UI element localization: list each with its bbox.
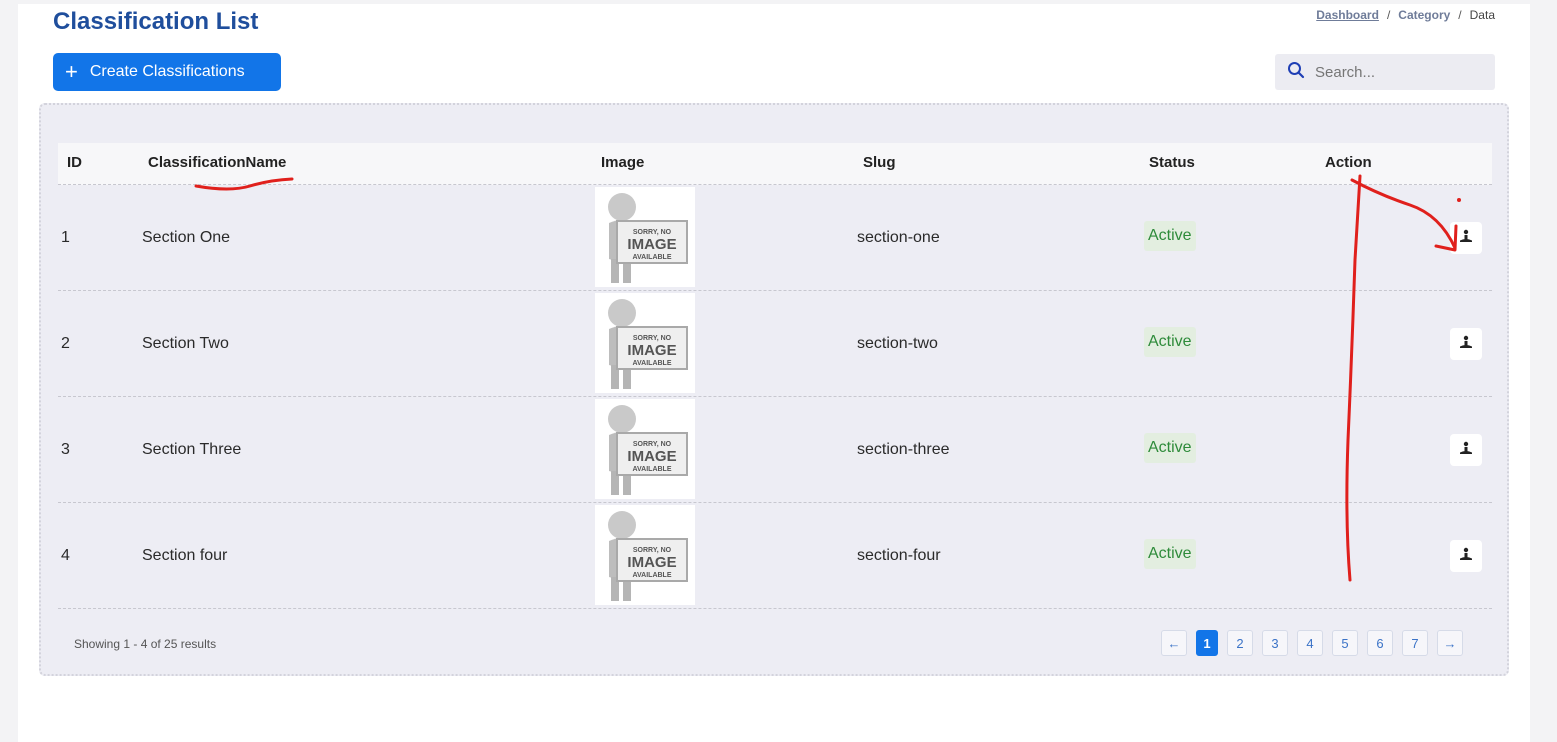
column-header-classification-name: ClassificationName — [148, 154, 287, 171]
placeholder-text-line3: AVAILABLE — [632, 360, 671, 367]
arrow-right-icon: → — [1443, 635, 1457, 651]
table-row: 2 Section Two SORRY, NO IMAGE AVAILABLE … — [58, 291, 1492, 397]
placeholder-text-line1: SORRY, NO — [633, 547, 672, 554]
breadcrumb-dashboard-link[interactable]: Dashboard — [1316, 8, 1379, 22]
row-classification-name: Section four — [142, 547, 228, 564]
search-input[interactable] — [1315, 63, 1475, 81]
placeholder-text-line3: AVAILABLE — [632, 254, 671, 261]
row-id: 2 — [61, 335, 70, 352]
user-icon — [1458, 546, 1474, 567]
status-badge: Active — [1144, 539, 1196, 569]
placeholder-text-line2: IMAGE — [627, 342, 676, 359]
column-header-image: Image — [601, 154, 645, 171]
status-badge: Active — [1144, 327, 1196, 357]
top-bar — [18, 0, 1530, 4]
table-header: ID ClassificationName Image Slug Status … — [58, 143, 1492, 185]
placeholder-text-line1: SORRY, NO — [633, 335, 672, 342]
table-row: 1 Section One SORRY, NO IMAGE AVAILABLE … — [58, 185, 1492, 291]
pagination: ← 1 2 3 4 5 6 7 → — [1161, 630, 1463, 656]
no-image-placeholder: SORRY, NO IMAGE AVAILABLE — [595, 505, 695, 605]
row-id: 3 — [61, 441, 70, 458]
column-header-slug: Slug — [863, 154, 896, 171]
row-classification-name: Section One — [142, 229, 231, 246]
view-action-button[interactable] — [1450, 540, 1482, 572]
view-action-button[interactable] — [1450, 222, 1482, 254]
table-row: 4 Section four SORRY, NO IMAGE AVAILABLE… — [58, 503, 1492, 609]
page-button-6[interactable]: 6 — [1367, 630, 1393, 656]
page-button-3[interactable]: 3 — [1262, 630, 1288, 656]
search-icon — [1287, 61, 1305, 83]
page-title: Classification List — [53, 8, 259, 35]
status-badge: Active — [1144, 221, 1196, 251]
no-image-placeholder: SORRY, NO IMAGE AVAILABLE — [595, 293, 695, 393]
page-button-1[interactable]: 1 — [1196, 630, 1218, 656]
row-id: 1 — [61, 229, 70, 246]
table-row: 3 Section Three SORRY, NO IMAGE AVAILABL… — [58, 397, 1492, 503]
search-box — [1275, 54, 1495, 90]
results-summary: Showing 1 - 4 of 25 results — [74, 637, 217, 651]
create-classifications-button[interactable]: + Create Classifications — [53, 53, 281, 91]
plus-icon: + — [65, 59, 78, 84]
breadcrumb: Dashboard / Category / Data — [1316, 8, 1495, 22]
row-slug: section-four — [857, 547, 941, 564]
user-icon — [1458, 228, 1474, 249]
breadcrumb-current: Data — [1469, 8, 1495, 22]
no-image-placeholder: SORRY, NO IMAGE AVAILABLE — [595, 399, 695, 499]
row-id: 4 — [61, 547, 70, 564]
user-icon — [1458, 440, 1474, 461]
create-classifications-label: Create Classifications — [89, 63, 245, 80]
breadcrumb-category-link[interactable]: Category — [1398, 8, 1450, 22]
page-button-5[interactable]: 5 — [1332, 630, 1358, 656]
page-button-4[interactable]: 4 — [1297, 630, 1323, 656]
page-button-2[interactable]: 2 — [1227, 630, 1253, 656]
page-container: Classification List Dashboard / Category… — [18, 0, 1530, 742]
status-badge: Active — [1144, 433, 1196, 463]
row-slug: section-one — [857, 229, 940, 246]
placeholder-text-line1: SORRY, NO — [633, 229, 672, 236]
row-slug: section-three — [857, 441, 950, 458]
breadcrumb-separator: / — [1458, 8, 1462, 22]
arrow-left-icon: ← — [1167, 635, 1181, 651]
column-header-action: Action — [1325, 154, 1372, 171]
placeholder-text-line2: IMAGE — [627, 554, 676, 571]
view-action-button[interactable] — [1450, 328, 1482, 360]
row-classification-name: Section Two — [142, 335, 229, 352]
column-header-id: ID — [67, 154, 82, 171]
view-action-button[interactable] — [1450, 434, 1482, 466]
column-header-status: Status — [1149, 154, 1195, 171]
page-button-7[interactable]: 7 — [1402, 630, 1428, 656]
next-page-button[interactable]: → — [1437, 630, 1463, 656]
placeholder-text-line3: AVAILABLE — [632, 466, 671, 473]
no-image-placeholder: SORRY, NO IMAGE AVAILABLE — [595, 187, 695, 287]
row-classification-name: Section Three — [142, 441, 242, 458]
row-slug: section-two — [857, 335, 938, 352]
placeholder-text-line3: AVAILABLE — [632, 572, 671, 579]
placeholder-text-line1: SORRY, NO — [633, 441, 672, 448]
user-icon — [1458, 334, 1474, 355]
placeholder-text-line2: IMAGE — [627, 448, 676, 465]
placeholder-text-line2: IMAGE — [627, 236, 676, 253]
prev-page-button[interactable]: ← — [1161, 630, 1187, 656]
classification-table-card: ID ClassificationName Image Slug Status … — [39, 103, 1509, 676]
breadcrumb-separator: / — [1386, 8, 1391, 22]
